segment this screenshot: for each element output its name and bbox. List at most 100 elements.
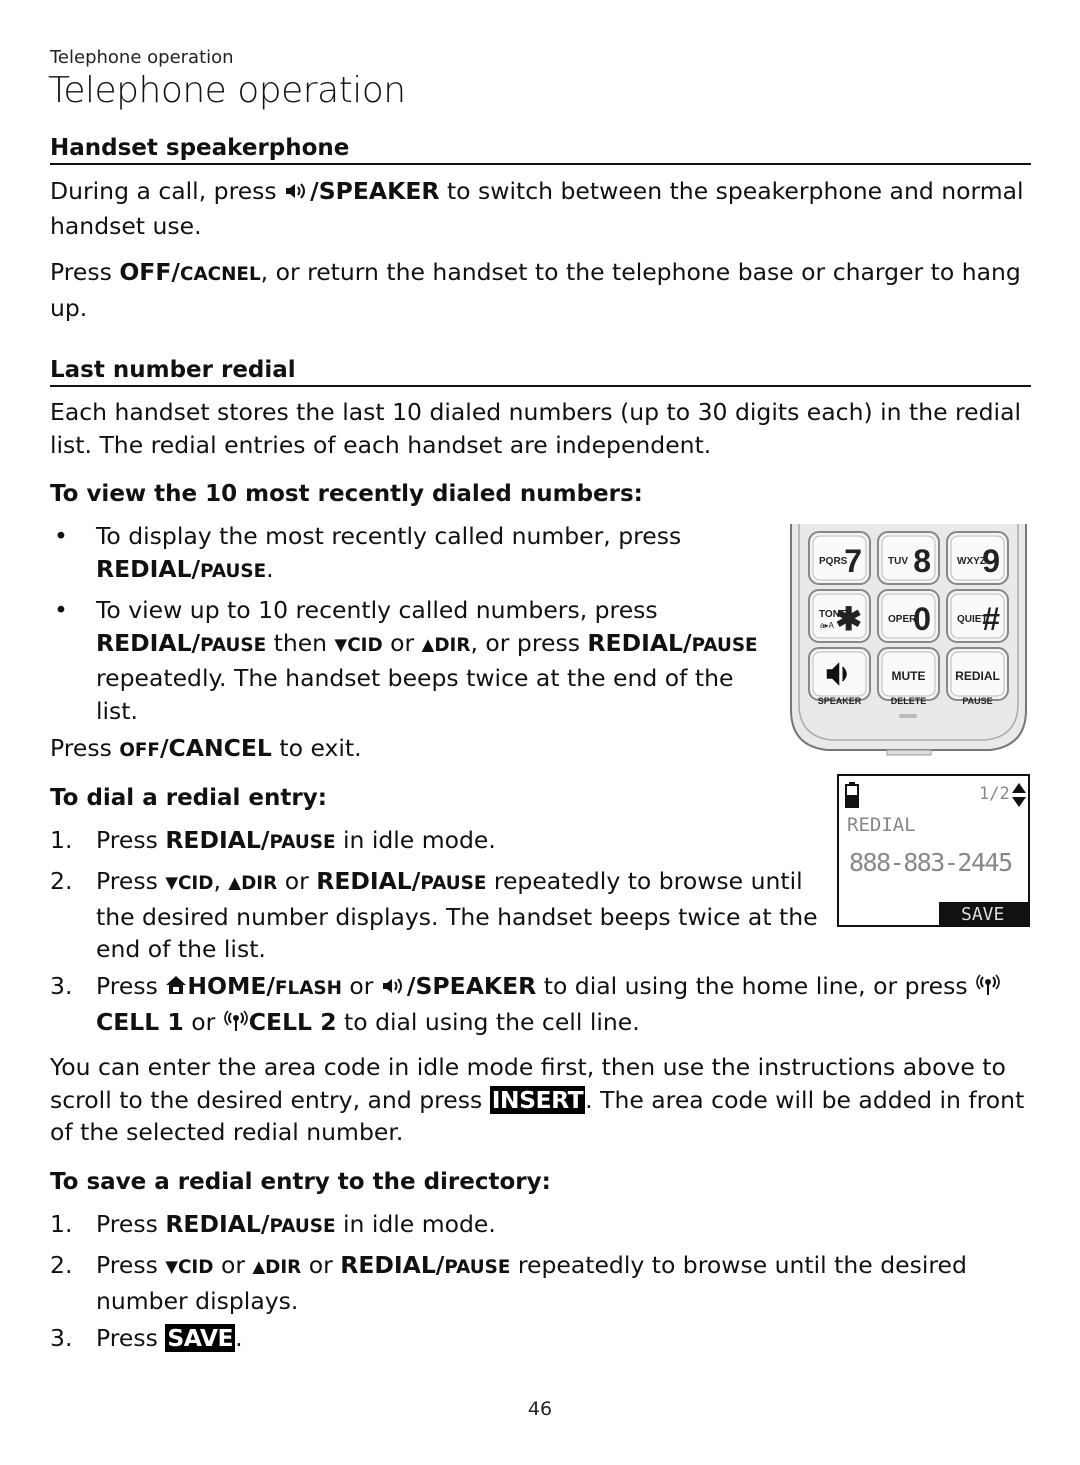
speaker-key-label: /SPEAKER [310,177,440,205]
keypad-key: MUTE [877,647,940,701]
text: . [266,554,274,583]
insert-softkey-label: INSERT [489,1085,586,1114]
step-number: 2. [50,1251,73,1279]
text: repeatedly. The handset beeps twice at t… [96,664,734,725]
redial-key-label: REDIAL/ [587,628,692,657]
off-key-label: OFF/ [119,258,180,286]
cell-antenna-icon [223,1008,249,1041]
lcd-title: REDIAL [847,814,916,836]
flash-key-label: FLASH [275,978,342,999]
subheading-save: To save a redial entry to the directory: [50,1169,551,1195]
lcd-softkey-label: SAVE [961,904,1005,925]
keypad-key: WXYZ9 [946,531,1009,585]
key-function-label: DELETE [891,696,927,706]
redial-key-label: REDIAL/ [165,1210,270,1238]
cell1-key-label: CELL 1 [96,1007,184,1036]
view-exit-line: Press OFF/CANCEL to exit. [50,732,750,768]
step-number: 2. [50,867,73,895]
text: Press [96,867,166,895]
lcd-softkey: SAVE [939,902,1030,927]
text: , or press [470,628,588,657]
text: , [213,867,229,895]
text: or [183,1007,223,1036]
keypad-key: QUIET# [946,589,1009,643]
step-number: 1. [50,1210,73,1238]
text: to dial using the cell line. [336,1007,640,1036]
text: To view up to 10 recently called numbers… [96,596,658,624]
text: in idle mode. [335,1210,496,1238]
text: . [235,1324,243,1352]
speakerphone-para-1: During a call, press /SPEAKER to switch … [50,175,1040,242]
keypad-svg: PQRS7 TUV 8 WXYZ9 TONEa▸A ✱ OPER0 QUIET# MUTE RED… [790,524,1027,756]
subheading-view: To view the 10 most recently dialed numb… [50,481,643,507]
handset-keypad-illustration: PQRS 7 TUV 8 WXYZ 9 TONE a▸A ✱ OPER 0 QUIET # MUTE RED… [787,524,1030,756]
text: or [277,867,317,895]
text: To display the most recently called numb… [96,522,682,550]
page-title: Telephone operation [48,70,406,111]
cell-antenna-icon [975,972,1001,1005]
text: or [213,1251,253,1279]
keypad-key: TONEa▸A ✱ [808,589,871,643]
down-arrow-icon: ▼ [334,634,348,654]
off-key-label: OFF [119,740,160,761]
cancel-key-label: CACNEL [180,264,261,285]
up-arrow-icon: ▲ [252,1257,266,1276]
redial-key-label: REDIAL/ [340,1251,445,1279]
section-heading-redial: Last number redial [50,357,1031,387]
redial-key-label: REDIAL/ [96,554,201,583]
speaker-icon [381,972,407,1005]
redial-intro: Each handset stores the last 10 dialed n… [50,398,1022,459]
pause-key-label: PAUSE [269,832,336,853]
keypad-key: PQRS7 [808,531,871,585]
down-arrow-icon: ▼ [165,1257,178,1276]
up-arrow-icon: ▲ [228,873,242,892]
text: or [301,1251,341,1279]
pause-key-label: PAUSE [691,634,758,656]
step-number: 3. [50,1324,73,1352]
text: Press [96,1324,166,1352]
lcd-number: 888-883-2445 [849,848,1013,877]
key-digit: 0 [913,601,931,637]
keypad-key [808,647,871,701]
down-arrow-icon: ▼ [165,873,178,892]
pause-key-label: PAUSE [269,1216,336,1237]
text: or [341,972,381,1000]
pause-key-label: PAUSE [200,560,267,582]
keypad-key: TUV 8 [877,531,940,585]
up-arrow-icon: ▲ [421,634,435,654]
running-head: Telephone operation [50,47,234,68]
bullet: • [54,522,68,550]
text: Press [50,734,120,762]
dir-key-label: DIR [265,1257,302,1278]
key-digit: ✱ [835,601,862,637]
keypad-key: REDIAL [946,647,1009,701]
text: to exit. [271,734,362,762]
cid-key-label: CID [177,1257,214,1278]
text: then [266,628,335,657]
text: Press [96,1251,166,1279]
step-number: 1. [50,826,73,854]
home-key-label: HOME/ [187,972,275,1000]
page-number: 46 [527,1398,553,1420]
pause-key-label: PAUSE [444,1257,511,1278]
text: During a call, press [50,177,285,205]
save-softkey-label: SAVE [165,1324,236,1352]
key-letters: TUV [888,556,908,567]
lcd-counter: 1/2 [979,784,1010,804]
cid-key-label: CID [177,873,214,894]
cancel-key-label: /CANCEL [159,734,272,762]
text: in idle mode. [335,826,496,854]
pause-key-label: PAUSE [200,634,267,656]
redial-key-label: REDIAL/ [96,628,201,657]
key-label: REDIAL [955,669,1000,683]
text: Press [96,1210,166,1238]
bullet: • [54,596,68,624]
text: Press [96,826,166,854]
keypad-key: OPER0 [877,589,940,643]
dir-key-label: DIR [434,634,471,656]
key-sublabel: a▸A [820,621,834,630]
key-digit: 7 [844,543,862,579]
key-digit: 9 [982,543,1000,579]
section-heading-speakerphone: Handset speakerphone [50,135,1031,165]
text: Press [96,972,166,1000]
